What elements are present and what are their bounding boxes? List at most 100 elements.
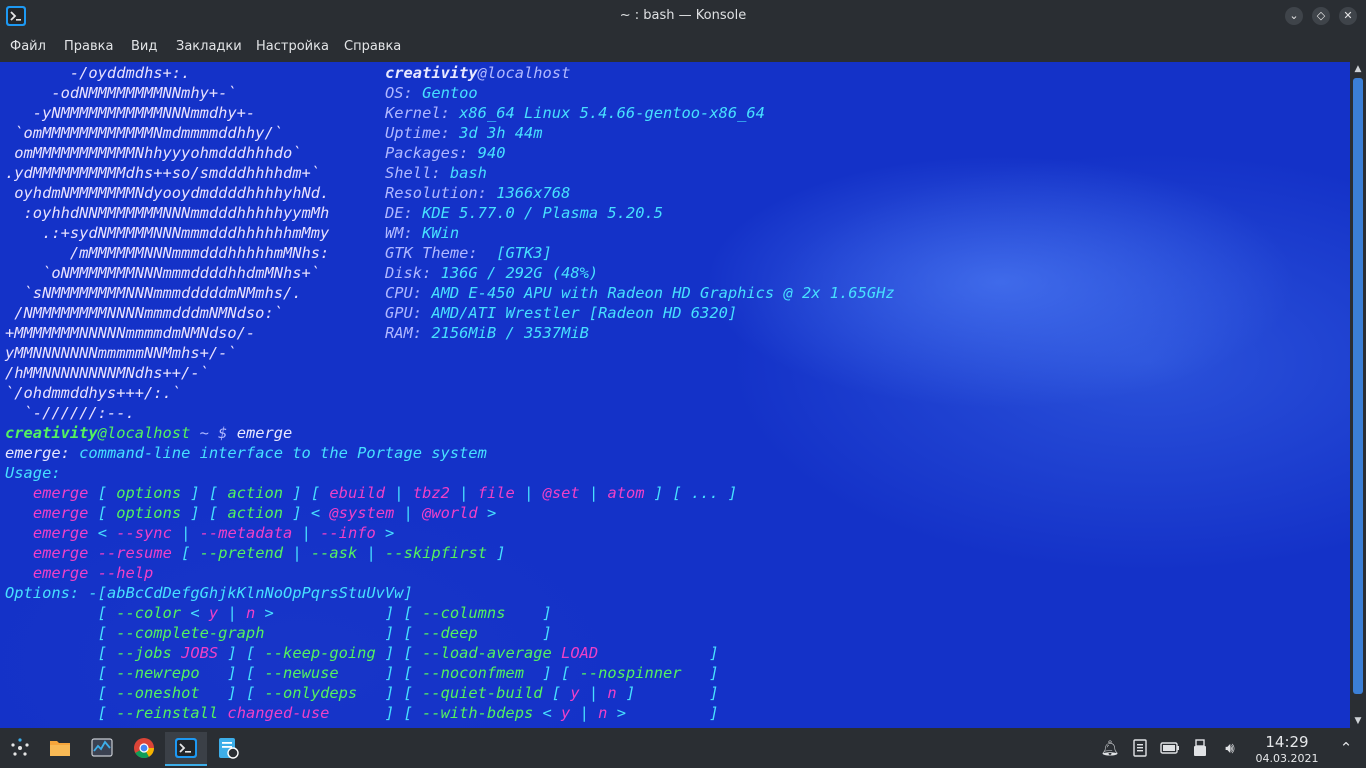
info-key: OS: bbox=[385, 84, 413, 102]
usb-device-icon[interactable] bbox=[1190, 738, 1210, 758]
menu-help[interactable]: Справка bbox=[344, 39, 401, 54]
logo-line: omMMMMMMMMMMMNhhyyyohmdddhhhdo` bbox=[5, 144, 302, 162]
seg: --pretend bbox=[199, 544, 284, 562]
scroll-up-icon[interactable]: ▲ bbox=[1350, 62, 1366, 76]
output-line: emerge < --sync | --metadata | --info > bbox=[5, 523, 394, 543]
output-line: emerge: command-line interface to the Po… bbox=[5, 443, 487, 463]
menu-view[interactable]: Вид bbox=[131, 39, 157, 54]
seg: --newrepo bbox=[116, 664, 200, 682]
info-value: AMD E-450 APU with Radeon HD Graphics @ … bbox=[422, 284, 895, 302]
seg: changed-use bbox=[227, 704, 330, 722]
seg: --nospinner bbox=[579, 664, 682, 682]
menu-bookmarks[interactable]: Закладки bbox=[176, 39, 242, 54]
info-row: GTK Theme: [GTK3] bbox=[385, 243, 552, 263]
logo-line: /mMMMMMMNNNmmmdddhhhhhmMNhs: bbox=[5, 244, 330, 262]
seg: command-line interface to the Portage sy… bbox=[69, 444, 487, 462]
seg bbox=[5, 504, 33, 522]
maximize-icon[interactable]: ◇ bbox=[1312, 7, 1330, 25]
seg: | bbox=[357, 544, 386, 562]
logo-line: :oyhhdNNMMMMMMMNNNmmdddhhhhhyymMh bbox=[5, 204, 330, 222]
info-key: WM: bbox=[385, 224, 413, 242]
info-value: [GTK3] bbox=[477, 244, 552, 262]
seg: @set bbox=[542, 484, 580, 502]
close-icon[interactable]: ✕ bbox=[1339, 7, 1357, 25]
info-row: OS: Gentoo bbox=[385, 83, 478, 103]
menu-settings[interactable]: Настройка bbox=[256, 39, 329, 54]
clock[interactable]: 14:29 04.03.2021 bbox=[1252, 733, 1322, 765]
info-user: creativity bbox=[385, 64, 478, 82]
chrome-icon[interactable] bbox=[132, 736, 156, 760]
info-value: Gentoo bbox=[412, 84, 478, 102]
seg: ] [ bbox=[375, 644, 423, 662]
info-row: GPU: AMD/ATI Wrestler [Radeon HD 6320] bbox=[385, 303, 737, 323]
seg bbox=[5, 484, 33, 502]
seg: [ bbox=[542, 684, 571, 702]
window-titlebar[interactable]: ~ : bash — Konsole ⌄ ◇ ✕ bbox=[0, 0, 1366, 32]
seg: | bbox=[579, 484, 608, 502]
taskbar-konsole-active[interactable] bbox=[165, 732, 207, 766]
seg: < bbox=[533, 704, 562, 722]
info-key: Kernel: bbox=[385, 104, 450, 122]
terminal-scrollbar[interactable]: ▲ ▼ bbox=[1350, 62, 1366, 728]
info-key: Uptime: bbox=[385, 124, 450, 142]
logo-line: -odNMMMMMMMMNNmhy+-` bbox=[5, 84, 237, 102]
settings-app-icon[interactable] bbox=[216, 736, 240, 760]
seg: < bbox=[181, 604, 209, 622]
app-launcher-icon[interactable] bbox=[8, 736, 32, 760]
expand-panel-icon[interactable]: ⌃ bbox=[1336, 738, 1356, 758]
minimize-icon[interactable]: ⌄ bbox=[1285, 7, 1303, 25]
seg: y bbox=[570, 684, 580, 702]
seg: --color bbox=[116, 604, 182, 622]
seg: > bbox=[477, 504, 497, 522]
notifications-icon[interactable]: 🔔︎ bbox=[1100, 738, 1120, 758]
seg: ] bbox=[486, 544, 506, 562]
info-row: Shell: bash bbox=[385, 163, 487, 183]
logo-line: `sNMMMMMMMMNNNmmmdddddmNMmhs/. bbox=[5, 284, 302, 302]
output-line: [ --reinstall changed-use ] [ --with-bde… bbox=[5, 703, 719, 723]
battery-icon[interactable] bbox=[1160, 738, 1180, 758]
output-line: Usage: bbox=[5, 464, 61, 482]
seg: --oneshot bbox=[116, 684, 200, 702]
output-line: Options: -[abBcCdDefgGhjkKlnNoOpPqrsStuU… bbox=[5, 583, 413, 603]
seg: options bbox=[116, 504, 182, 522]
system-monitor-icon[interactable] bbox=[90, 736, 114, 760]
seg: [ bbox=[5, 604, 117, 622]
info-value: KDE 5.77.0 / Plasma 5.20.5 bbox=[412, 204, 663, 222]
seg: | bbox=[449, 484, 478, 502]
seg: @world bbox=[422, 504, 478, 522]
seg: | bbox=[218, 604, 246, 622]
seg: -[abBcCdDefgGhjkKlnNoOpPqrsStuUvVw] bbox=[79, 584, 413, 602]
seg: --columns bbox=[422, 604, 506, 622]
shell-prompt: creativity@localhost ~ $ emerge bbox=[5, 423, 292, 443]
window-title: ~ : bash — Konsole bbox=[619, 8, 747, 23]
seg bbox=[5, 564, 33, 582]
scrollbar-thumb[interactable] bbox=[1353, 78, 1363, 694]
menu-edit[interactable]: Правка bbox=[64, 39, 113, 54]
seg: emerge bbox=[32, 484, 89, 502]
seg: --noconfmem bbox=[422, 664, 524, 682]
seg: @system bbox=[329, 504, 395, 522]
seg: options bbox=[116, 484, 182, 502]
prompt-path: ~ bbox=[190, 424, 219, 442]
seg: LOAD bbox=[561, 644, 599, 662]
seg: ] [ bbox=[523, 664, 580, 682]
seg: --jobs bbox=[116, 644, 172, 662]
prompt-host: @localhost bbox=[97, 424, 191, 442]
seg bbox=[172, 644, 181, 662]
scroll-down-icon[interactable]: ▼ bbox=[1350, 714, 1366, 728]
seg: emerge bbox=[32, 544, 89, 562]
terminal-area[interactable]: -/oyddmdhs+:. -odNMMMMMMMMNNmhy+-` -yNMM… bbox=[0, 62, 1350, 728]
volume-icon[interactable]: 🔊︎ bbox=[1220, 738, 1240, 758]
seg: atom bbox=[607, 484, 645, 502]
info-row: RAM: 2156MiB / 3537MiB bbox=[385, 323, 589, 343]
output-line: [ --newrepo ] [ --newuse ] [ --noconfmem… bbox=[5, 663, 719, 683]
info-row: Kernel: x86_64 Linux 5.4.66-gentoo-x86_6… bbox=[385, 103, 765, 123]
file-manager-icon[interactable] bbox=[48, 736, 72, 760]
seg: ] [ bbox=[181, 504, 228, 522]
clipboard-icon[interactable] bbox=[1130, 738, 1150, 758]
seg: ] [ bbox=[181, 484, 228, 502]
menu-file[interactable]: Файл bbox=[10, 39, 46, 54]
info-value: AMD/ATI Wrestler [Radeon HD 6320] bbox=[422, 304, 738, 322]
seg: y bbox=[208, 604, 219, 622]
seg: --metadata bbox=[199, 524, 293, 542]
